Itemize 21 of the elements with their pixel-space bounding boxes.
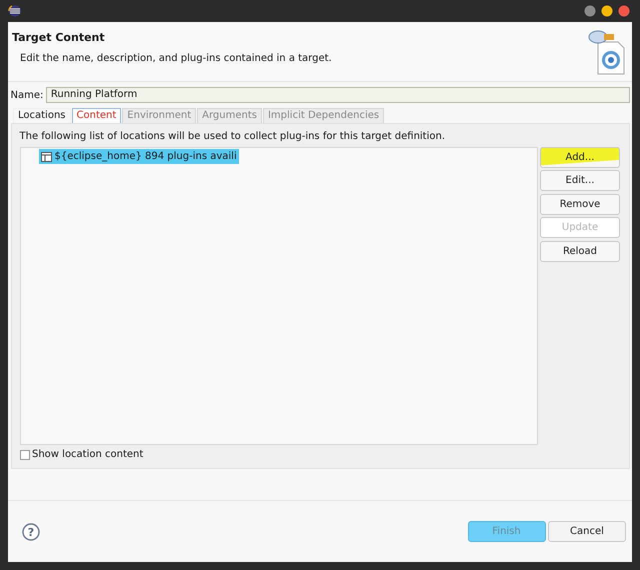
action-button[interactable]: Reload xyxy=(540,240,620,262)
action-button[interactable]: Add... xyxy=(540,146,620,168)
locations-list[interactable]: ${eclipse_home} 894 plug-ins availi xyxy=(20,146,538,444)
checkbox[interactable] xyxy=(20,450,30,460)
cancel-button[interactable]: Cancel xyxy=(548,521,626,542)
name-field[interactable]: Running Platform xyxy=(46,87,630,103)
checkbox-label: Show location content xyxy=(32,448,144,462)
app-icon xyxy=(8,5,22,17)
name-label: Name: xyxy=(10,88,44,102)
window-button[interactable] xyxy=(584,5,596,17)
minimize-button[interactable] xyxy=(600,5,612,17)
help-icon[interactable]: ? xyxy=(22,522,40,540)
action-button[interactable]: Remove xyxy=(540,194,620,214)
action-button[interactable]: Edit... xyxy=(540,170,620,191)
close-button[interactable] xyxy=(618,5,630,17)
instruction-text: The following list of locations will be used to collect plug-ins for this target definition. xyxy=(20,130,446,144)
page-description: Edit the name, description, and plug-ins contained in a target. xyxy=(19,52,333,66)
tab[interactable]: Locations xyxy=(13,108,71,123)
tab[interactable]: Content xyxy=(72,108,122,123)
location-item[interactable]: ${eclipse_home} 894 plug-ins availi xyxy=(38,148,239,164)
page-title: Target Content xyxy=(12,30,106,46)
